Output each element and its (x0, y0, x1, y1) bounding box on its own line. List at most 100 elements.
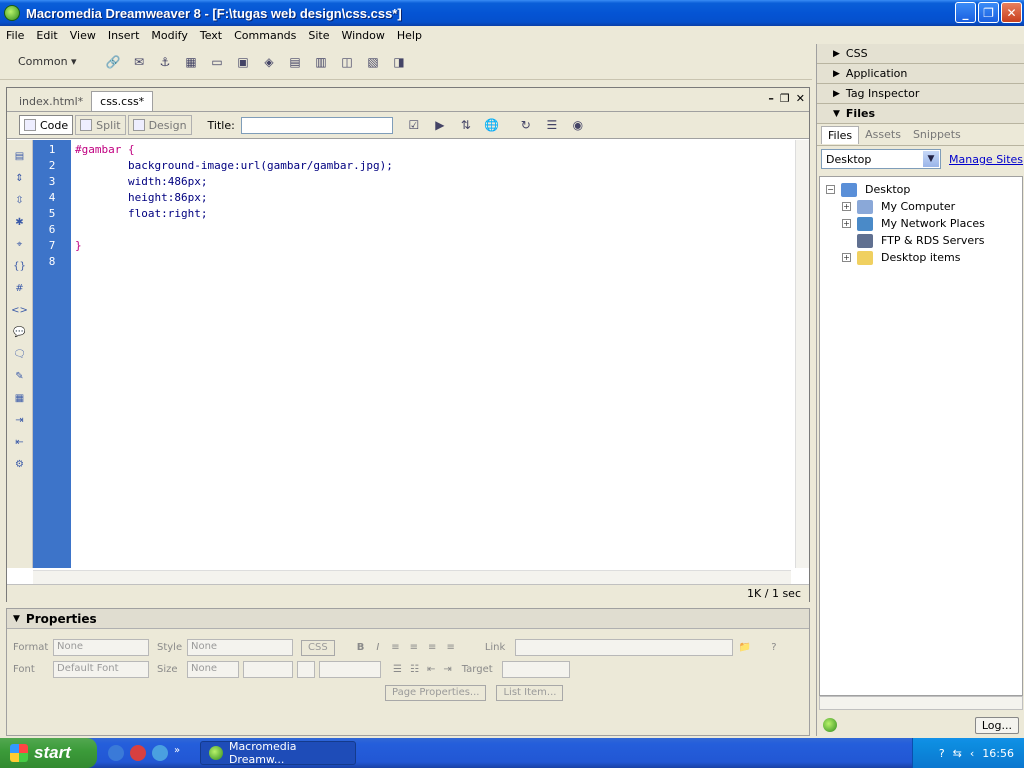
justify-icon[interactable]: ≡ (446, 642, 454, 653)
indent-code-icon[interactable]: ⇥ (11, 415, 29, 431)
chevron-down-icon[interactable]: ▼ (923, 151, 939, 167)
line-numbers-icon[interactable]: # (11, 283, 29, 299)
collapse-selection-icon[interactable]: ⇳ (11, 195, 29, 211)
tree-item-desktop[interactable]: − Desktop (826, 181, 910, 198)
list-item-button[interactable]: List Item... (496, 685, 564, 701)
images-icon[interactable]: ▣ (234, 53, 252, 71)
menu-modify[interactable]: Modify (145, 29, 193, 42)
menu-site[interactable]: Site (302, 29, 335, 42)
menu-help[interactable]: Help (391, 29, 428, 42)
font-select[interactable]: Default Font (53, 661, 149, 678)
refresh-icon[interactable]: ↻ (517, 116, 535, 134)
minimize-button[interactable]: _ (955, 2, 976, 23)
highlight-invalid-code-icon[interactable]: <> (11, 305, 29, 321)
text-indent-icon[interactable]: ⇥ (443, 664, 451, 675)
collapse-tag-icon[interactable]: ⇕ (11, 173, 29, 189)
menu-window[interactable]: Window (336, 29, 391, 42)
menu-edit[interactable]: Edit (30, 29, 63, 42)
tree-item-my-computer[interactable]: + My Computer (842, 198, 955, 215)
text-color-swatch[interactable] (297, 661, 315, 678)
recent-snippets-icon[interactable]: ▦ (11, 393, 29, 409)
file-management-icon[interactable]: ⇅ (457, 116, 475, 134)
internet-explorer-icon[interactable] (108, 745, 124, 761)
link-input[interactable] (514, 639, 733, 656)
tag-inspector-panel-header[interactable]: ▶ Tag Inspector (817, 84, 1024, 104)
menu-text[interactable]: Text (194, 29, 228, 42)
server-include-icon[interactable]: ▥ (312, 53, 330, 71)
doc-close-button[interactable]: ✕ (796, 92, 805, 105)
tree-item-my-network-places[interactable]: + My Network Places (842, 215, 985, 232)
horizontal-scrollbar[interactable] (33, 570, 791, 584)
code-line[interactable] (75, 222, 795, 238)
balance-braces-icon[interactable]: {} (11, 261, 29, 277)
size-unit-select[interactable] (243, 661, 293, 678)
site-select[interactable]: Desktop ▼ (821, 149, 941, 169)
expand-icon[interactable]: + (842, 219, 851, 228)
format-source-icon[interactable]: ⚙ (11, 459, 29, 475)
tab-files[interactable]: Files (821, 125, 860, 144)
code-editor[interactable]: #gambar { background-image:url(gambar/ga… (71, 140, 795, 568)
ordered-list-icon[interactable]: ☷ (410, 664, 419, 675)
comment-icon[interactable]: ◫ (338, 53, 356, 71)
dreamweaver-launch-icon[interactable] (152, 745, 168, 761)
outdent-code-icon[interactable]: ⇤ (11, 437, 29, 453)
apply-comment-icon[interactable]: 💬 (11, 327, 29, 343)
tab-css-css[interactable]: css.css* (91, 91, 154, 111)
help-icon[interactable]: ? (771, 642, 776, 653)
doc-restore-button[interactable]: ❐ (780, 92, 790, 105)
preview-icon[interactable]: ▶ (431, 116, 449, 134)
expand-icon[interactable]: + (842, 253, 851, 262)
css-button[interactable]: CSS (301, 639, 335, 656)
visual-aids-icon[interactable]: ◉ (569, 116, 587, 134)
menu-view[interactable]: View (64, 29, 102, 42)
size-select[interactable]: None (187, 661, 239, 678)
code-line[interactable]: background-image:url(gambar/gambar.jpg); (75, 158, 795, 174)
code-view-button[interactable]: Code (19, 115, 74, 135)
expand-all-icon[interactable]: ✱ (11, 217, 29, 233)
media-player-icon[interactable] (130, 745, 146, 761)
code-line[interactable]: } (75, 238, 795, 254)
restore-button[interactable]: ❐ (978, 2, 999, 23)
page-properties-button[interactable]: Page Properties... (385, 685, 487, 701)
date-icon[interactable]: ▤ (286, 53, 304, 71)
file-tree-horizontal-scrollbar[interactable] (819, 696, 1023, 710)
tab-snippets[interactable]: Snippets (907, 126, 967, 143)
select-parent-tag-icon[interactable]: ⌖ (11, 239, 29, 255)
design-view-button[interactable]: Design (127, 115, 192, 135)
menu-insert[interactable]: Insert (102, 29, 146, 42)
unordered-list-icon[interactable]: ☰ (393, 664, 402, 675)
media-icon[interactable]: ◈ (260, 53, 278, 71)
style-select[interactable]: None (187, 639, 293, 656)
menu-commands[interactable]: Commands (228, 29, 302, 42)
remove-comment-icon[interactable]: 🗨 (11, 349, 29, 365)
code-line[interactable] (75, 254, 795, 270)
wrap-tag-icon[interactable]: ✎ (11, 371, 29, 387)
code-line[interactable]: height:86px; (75, 190, 795, 206)
target-select[interactable] (501, 661, 570, 678)
code-line[interactable]: #gambar { (75, 142, 795, 158)
open-documents-icon[interactable]: ▤ (11, 151, 29, 167)
application-panel-header[interactable]: ▶ Application (817, 64, 1024, 84)
named-anchor-icon[interactable]: ⚓ (156, 53, 174, 71)
close-button[interactable]: ✕ (1001, 2, 1022, 23)
menu-file[interactable]: File (0, 29, 30, 42)
title-input[interactable] (240, 116, 393, 134)
insert-category-select[interactable]: Common ▾ (0, 55, 100, 68)
expand-icon[interactable]: + (842, 202, 851, 211)
css-panel-header[interactable]: ▶ CSS (817, 44, 1024, 64)
manage-sites-link[interactable]: Manage Sites (949, 153, 1023, 166)
browser-check-icon[interactable]: 🌐 (483, 116, 501, 134)
taskbar-item-dreamweaver[interactable]: Macromedia Dreamw... (200, 740, 356, 766)
code-line[interactable]: float:right; (75, 206, 795, 222)
files-panel-header[interactable]: ▼ Files (817, 104, 1024, 124)
browse-folder-icon[interactable]: 📁 (739, 642, 751, 653)
view-options-icon[interactable]: ☰ (543, 116, 561, 134)
start-button[interactable]: start (0, 738, 97, 768)
network-tray-icon[interactable]: ⇆ (953, 747, 962, 760)
tree-item-desktop-items[interactable]: + Desktop items (842, 249, 960, 266)
log-button[interactable]: Log... (974, 716, 1019, 734)
tree-item-ftp-rds-servers[interactable]: FTP & RDS Servers (857, 232, 984, 249)
help-tray-icon[interactable]: ? (939, 747, 945, 760)
chevron-right-icon[interactable]: » (174, 745, 180, 761)
text-color-input[interactable] (319, 661, 381, 678)
